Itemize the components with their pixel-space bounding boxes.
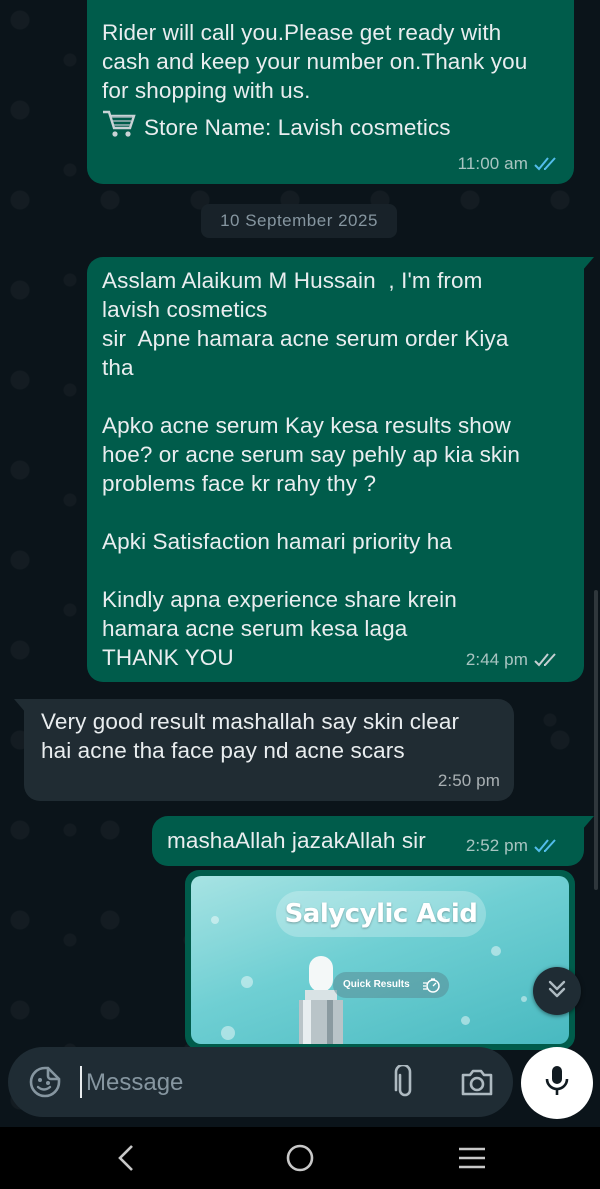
quick-results-text: Quick Results	[343, 979, 410, 990]
message-time: 2:44 pm	[465, 650, 528, 669]
mic-icon	[544, 1064, 570, 1103]
message-text: Rider will call you.Please get ready wit…	[102, 20, 528, 103]
dropper-bottle	[291, 956, 351, 1044]
system-navigation-bar	[0, 1127, 600, 1189]
message-meta: 2:50 pm	[438, 766, 500, 795]
message-time: 11:00 am	[457, 154, 528, 173]
chevron-double-down-icon	[546, 978, 568, 1005]
scroll-to-bottom-button[interactable]	[533, 967, 581, 1015]
product-title: Salycylic Acid	[276, 891, 486, 937]
message-bubble-outgoing[interactable]: mashaAllah jazakAllah sir 2:52 pm	[152, 816, 594, 866]
back-nav-icon[interactable]	[112, 1142, 140, 1179]
bubble-tail	[582, 816, 594, 830]
message-composer	[8, 1047, 513, 1117]
message-input[interactable]	[84, 1061, 378, 1105]
stopwatch-icon	[423, 977, 441, 1004]
message-bubble-incoming[interactable]: Very good result mashallah say skin clea…	[14, 699, 514, 801]
camera-icon[interactable]	[460, 1066, 494, 1103]
text-cursor	[80, 1066, 82, 1098]
bubble-tail	[582, 257, 594, 271]
product-image[interactable]: Salycylic Acid Quick Results	[191, 876, 569, 1044]
message-meta: 11:00 am	[458, 149, 560, 178]
image-message[interactable]: Salycylic Acid Quick Results	[185, 870, 575, 1050]
double-check-icon	[534, 156, 560, 172]
cart-emoji-icon	[102, 109, 136, 146]
message-meta: 2:52 pm	[466, 831, 560, 860]
scrollbar[interactable]	[594, 590, 598, 890]
date-separator: 10 September 2025	[201, 204, 397, 238]
message-time: 2:50 pm	[437, 771, 500, 790]
store-name-text: Store Name: Lavish cosmetics	[144, 115, 451, 140]
message-text: Asslam Alaikum M Hussain , I'm from lavi…	[102, 268, 520, 670]
paperclip-icon[interactable]	[392, 1063, 418, 1104]
bubble-tail	[14, 699, 26, 713]
mic-button[interactable]	[521, 1047, 593, 1119]
quick-results-tag: Quick Results	[333, 972, 449, 998]
sticker-icon[interactable]	[28, 1065, 62, 1104]
recents-nav-icon[interactable]	[457, 1142, 487, 1179]
message-meta: 2:44 pm	[466, 645, 560, 674]
message-time: 2:52 pm	[465, 836, 528, 855]
double-check-icon	[534, 652, 560, 668]
message-bubble-outgoing[interactable]: Asslam Alaikum M Hussain , I'm from lavi…	[87, 257, 594, 682]
message-text: Very good result mashallah say skin clea…	[41, 709, 460, 763]
double-check-icon	[534, 838, 560, 854]
home-nav-icon[interactable]	[285, 1142, 315, 1179]
message-bubble-outgoing[interactable]: Rider will call you.Please get ready wit…	[87, 0, 574, 184]
